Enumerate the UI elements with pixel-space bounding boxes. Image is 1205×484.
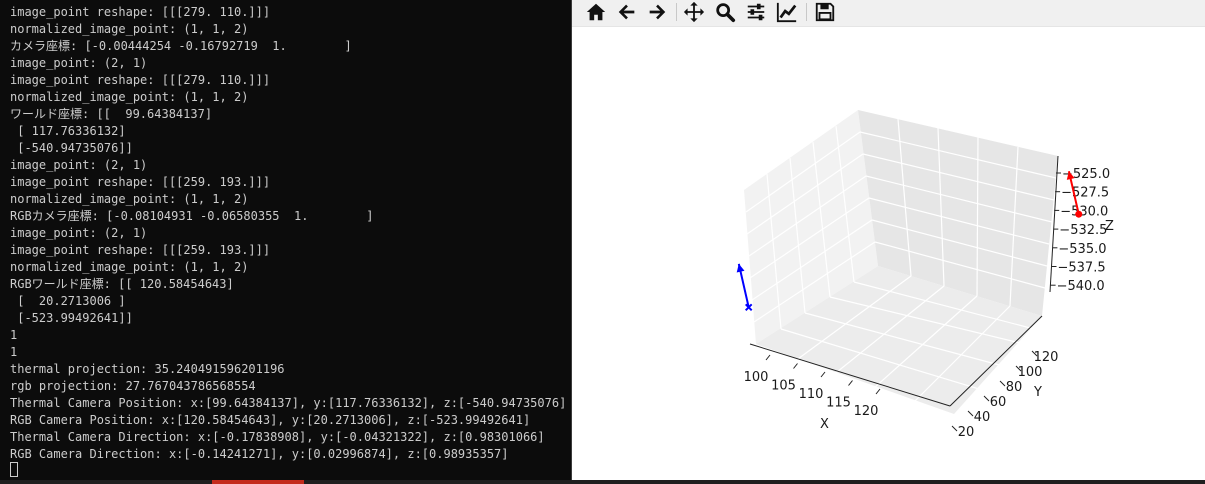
terminal-line: カメラ座標: [-0.00444254 -0.16792719 1. ] xyxy=(10,39,352,53)
x-tick-label: 100 xyxy=(744,370,769,385)
tick-mark xyxy=(967,410,974,417)
terminal-line: image_point: (2, 1) xyxy=(10,226,148,240)
terminal-line: image_point reshape: [[[279. 110.]]] xyxy=(10,5,271,19)
terminal-line: image_point reshape: [[[259. 193.]]] xyxy=(10,243,271,257)
home-icon xyxy=(586,3,606,21)
terminal-line: RGB Camera Direction: x:[-0.14241271], y… xyxy=(10,447,509,461)
terminal-line: thermal projection: 35.240491596201196 xyxy=(10,362,285,376)
terminal-line: [-540.94735076]] xyxy=(10,141,133,155)
terminal-line: [-523.99492641]] xyxy=(10,311,133,325)
tick-mark xyxy=(765,354,771,361)
y-tick-label: 120 xyxy=(1034,350,1059,365)
forward-arrow-icon xyxy=(649,4,666,20)
tick-mark xyxy=(875,388,881,395)
edit-axis-button[interactable] xyxy=(774,0,800,24)
home-button[interactable] xyxy=(583,0,609,24)
3d-plot[interactable]: 100105110115120 20406080100120 −525.0−52… xyxy=(572,26,1205,480)
terminal-line: RGBカメラ座標: [-0.08104931 -0.06580355 1. ] xyxy=(10,209,374,223)
forward-button[interactable] xyxy=(644,0,670,24)
zoom-icon xyxy=(716,3,736,23)
taskbar-strip xyxy=(0,480,1205,484)
arrowhead-0 xyxy=(736,263,745,273)
tick-mark xyxy=(999,380,1006,387)
terminal-line: Thermal Camera Position: x:[99.64384137]… xyxy=(10,396,567,410)
x-tick-label: 120 xyxy=(854,404,879,419)
terminal-line: 1 xyxy=(10,345,18,359)
navigation-toolbar xyxy=(572,0,1205,27)
x-tick-label: 115 xyxy=(826,396,851,411)
terminal-line: normalized_image_point: (1, 1, 2) xyxy=(10,192,249,206)
terminal-line: RGB Camera Position: x:[120.58454643], y… xyxy=(10,413,531,427)
terminal-line: [ 117.76336132] xyxy=(10,124,126,138)
y-tick-label: 80 xyxy=(1006,380,1023,395)
terminal-line: image_point: (2, 1) xyxy=(10,158,148,172)
save-icon xyxy=(815,2,835,22)
toolbar-separator xyxy=(806,3,807,21)
tick-mark xyxy=(820,371,826,378)
subplots-icon xyxy=(747,3,765,21)
edit-axis-icon xyxy=(776,2,797,23)
terminal-line: rgb projection: 27.767043786568554 xyxy=(10,379,256,393)
tick-mark xyxy=(848,380,853,386)
terminal-window[interactable]: image_point reshape: [[[279. 110.]]] norm… xyxy=(0,0,571,480)
z-axis-label: Z xyxy=(1105,219,1114,234)
z-tick-label: −532.5 xyxy=(1059,223,1107,238)
z-tick-label: −527.5 xyxy=(1061,186,1109,201)
z-tick-labels: −525.0−527.5−530.0−532.5−535.0−537.5−540… xyxy=(1050,167,1110,294)
figure-window: 100 105 110 115 120 20 40 60 80 100 120 −525.0 −52… xyxy=(571,0,1205,480)
y-tick-label: 40 xyxy=(974,410,991,425)
terminal-line: normalized_image_point: (1, 1, 2) xyxy=(10,22,249,36)
tick-mark xyxy=(983,395,990,402)
x-tick-label: 110 xyxy=(799,387,824,402)
terminal-line: normalized_image_point: (1, 1, 2) xyxy=(10,260,249,274)
terminal-line: normalized_image_point: (1, 1, 2) xyxy=(10,90,249,104)
camera-point-1 xyxy=(1075,210,1083,218)
taskbar-active-indicator xyxy=(212,480,304,484)
terminal-line: RGBワールド座標: [[ 120.58454643] xyxy=(10,277,234,291)
x-tick-label: 105 xyxy=(771,379,796,394)
zoom-button[interactable] xyxy=(712,0,738,24)
terminal-line: image_point reshape: [[[279. 110.]]] xyxy=(10,73,271,87)
terminal-cursor xyxy=(10,462,18,477)
y-tick-label: 60 xyxy=(990,395,1007,410)
y-tick-label: 20 xyxy=(958,425,975,440)
terminal-output: image_point reshape: [[[279. 110.]]] norm… xyxy=(10,4,566,463)
tick-mark xyxy=(793,363,798,369)
terminal-line: 1 xyxy=(10,328,18,342)
y-axis-label: Y xyxy=(1033,385,1042,400)
pan-button[interactable] xyxy=(681,0,707,24)
back-arrow-icon xyxy=(618,4,635,20)
terminal-line: ワールド座標: [[ 99.64384137] xyxy=(10,107,213,121)
z-tick-label: −537.5 xyxy=(1058,261,1106,276)
back-button[interactable] xyxy=(614,0,640,24)
y-tick-label: 100 xyxy=(1018,365,1043,380)
toolbar-separator xyxy=(676,3,677,21)
save-button[interactable] xyxy=(812,0,838,24)
terminal-line: [ 20.2713006 ] xyxy=(10,294,126,308)
terminal-line: image_point: (2, 1) xyxy=(10,56,148,70)
tick-mark xyxy=(951,425,958,432)
subplots-button[interactable] xyxy=(743,0,769,24)
z-tick-label: −535.0 xyxy=(1058,242,1106,257)
terminal-line: image_point reshape: [[[259. 193.]]] xyxy=(10,175,271,189)
pan-icon xyxy=(683,1,705,23)
terminal-line: Thermal Camera Direction: x:[-0.17838908… xyxy=(10,430,545,444)
z-tick-label: −540.0 xyxy=(1057,279,1105,294)
z-tick-label: −530.0 xyxy=(1060,204,1108,219)
x-axis-label: X xyxy=(820,417,829,432)
